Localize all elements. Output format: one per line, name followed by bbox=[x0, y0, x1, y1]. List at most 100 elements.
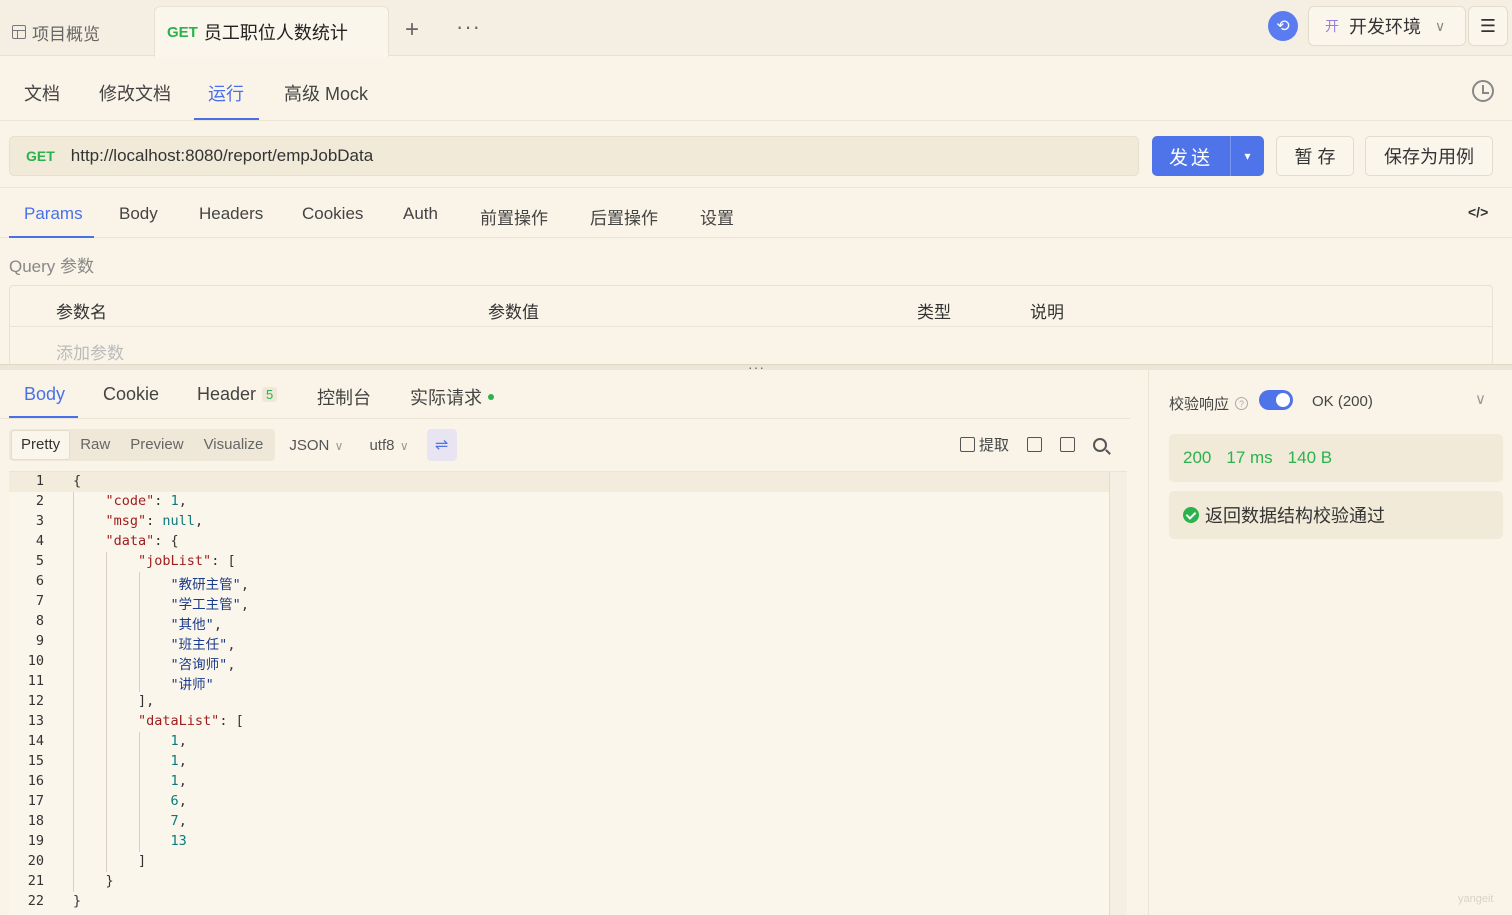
validation-result-text: 返回数据结构校验通过 bbox=[1205, 506, 1385, 526]
tab-body[interactable]: Body bbox=[119, 204, 158, 224]
help-icon[interactable]: ? bbox=[1235, 397, 1249, 410]
code-line: "其他", bbox=[170, 617, 222, 633]
extract-button[interactable]: 提取 bbox=[960, 434, 1009, 455]
response-metrics: 200 17 ms 140 B bbox=[1169, 434, 1503, 482]
menu-icon[interactable]: ☰ bbox=[1468, 6, 1508, 46]
col-param-name: 参数名 bbox=[56, 303, 107, 322]
add-tab-button[interactable]: + bbox=[405, 16, 419, 44]
line-number: 6 bbox=[35, 573, 44, 589]
send-options-chevron-icon[interactable]: ▾ bbox=[1230, 136, 1264, 176]
copy-icon[interactable] bbox=[1060, 437, 1076, 452]
subnav-run[interactable]: 运行 bbox=[208, 80, 244, 106]
line-number: 4 bbox=[35, 533, 44, 549]
save-as-case-button[interactable]: 保存为用例 bbox=[1365, 136, 1493, 176]
editor-scrollbar[interactable] bbox=[1109, 472, 1127, 915]
subnav-advanced-mock[interactable]: 高级 Mock bbox=[284, 80, 368, 106]
resp-tab-header[interactable]: Header 5 bbox=[197, 384, 278, 405]
tab-active-api[interactable]: GET 员工职位人数统计 bbox=[154, 6, 389, 57]
environment-select[interactable]: 开 开发环境 ∨ bbox=[1308, 6, 1466, 46]
tab-auth[interactable]: Auth bbox=[403, 204, 438, 224]
tab-pre-actions[interactable]: 前置操作 bbox=[480, 204, 548, 229]
watermark: yangeit bbox=[1458, 893, 1494, 905]
code-line: 13 bbox=[170, 833, 187, 849]
download-icon[interactable] bbox=[1027, 437, 1043, 452]
check-circle-icon bbox=[1183, 507, 1199, 523]
tab-cookies[interactable]: Cookies bbox=[302, 204, 363, 224]
language-value: JSON bbox=[289, 436, 330, 454]
layout-icon bbox=[12, 25, 26, 39]
word-wrap-icon[interactable]: ⇌ bbox=[426, 429, 457, 461]
encoding-value: utf8 bbox=[369, 436, 395, 454]
sync-icon[interactable]: ⟲ bbox=[1268, 11, 1298, 41]
mode-visualize[interactable]: Visualize bbox=[194, 431, 274, 459]
mode-raw[interactable]: Raw bbox=[70, 431, 120, 459]
subnav-docs[interactable]: 文档 bbox=[24, 80, 60, 106]
tab-headers[interactable]: Headers bbox=[199, 204, 263, 224]
request-method[interactable]: GET bbox=[26, 148, 55, 164]
request-url-input[interactable]: http://localhost:8080/report/empJobData bbox=[71, 146, 373, 166]
mode-pretty[interactable]: Pretty bbox=[11, 430, 71, 460]
query-params-table: 参数名 参数值 类型 说明 添加参数 bbox=[9, 285, 1493, 365]
tab-settings[interactable]: 设置 bbox=[700, 204, 734, 229]
search-icon[interactable] bbox=[1093, 437, 1108, 452]
line-number: 21 bbox=[27, 873, 44, 889]
resp-tab-actual-label: 实际请求 bbox=[410, 388, 482, 408]
line-number: 15 bbox=[27, 753, 44, 769]
response-time: 17 ms bbox=[1226, 448, 1273, 467]
url-bar[interactable]: GET http://localhost:8080/report/empJobD… bbox=[9, 136, 1139, 176]
line-number: 12 bbox=[27, 693, 44, 709]
resp-tab-cookie[interactable]: Cookie bbox=[103, 384, 159, 405]
more-tabs-icon[interactable]: ··· bbox=[456, 14, 481, 40]
resp-tab-body[interactable]: Body bbox=[24, 384, 65, 405]
code-line: ], bbox=[73, 693, 155, 709]
doc-subnav: 文档 修改文档 运行 高级 Mock bbox=[0, 56, 1512, 121]
reqtab-active-indicator bbox=[9, 236, 94, 238]
line-number: 16 bbox=[27, 773, 44, 789]
resp-tab-body-label: Body bbox=[24, 384, 66, 404]
response-code-editor[interactable]: 1 {2 "code": 1, 3 "msg": null, 4 "data": {5… bbox=[9, 471, 1127, 915]
code-line: "学工主管", bbox=[170, 597, 249, 613]
line-number: 5 bbox=[35, 553, 44, 569]
response-size: 140 B bbox=[1287, 448, 1333, 467]
language-select[interactable]: JSON ∨ bbox=[289, 437, 343, 454]
tab-params[interactable]: Params bbox=[24, 204, 83, 224]
line-number: 7 bbox=[35, 593, 44, 609]
line-number: 2 bbox=[35, 493, 44, 509]
encoding-select[interactable]: utf8 ∨ bbox=[369, 437, 408, 454]
col-param-value: 参数值 bbox=[488, 303, 539, 322]
status-dot-icon bbox=[488, 394, 494, 400]
history-icon[interactable] bbox=[1472, 80, 1494, 102]
line-number: 9 bbox=[35, 633, 44, 649]
line-number: 20 bbox=[27, 853, 44, 869]
resp-tab-header-label: Header bbox=[197, 384, 257, 404]
col-param-desc: 说明 bbox=[1030, 303, 1064, 322]
expected-status-select[interactable]: OK (200) bbox=[1312, 393, 1373, 410]
col-param-type: 类型 bbox=[917, 303, 951, 322]
validate-toggle[interactable] bbox=[1259, 390, 1293, 410]
validation-result: 返回数据结构校验通过 bbox=[1169, 491, 1503, 539]
code-line: 7, bbox=[170, 813, 187, 829]
code-line: { bbox=[73, 473, 82, 489]
code-line: 1, bbox=[170, 773, 187, 789]
resp-tab-console[interactable]: 控制台 bbox=[317, 384, 371, 410]
validate-label: 校验响应 bbox=[1169, 396, 1230, 413]
subnav-edit-docs[interactable]: 修改文档 bbox=[99, 80, 171, 106]
line-number: 18 bbox=[27, 813, 44, 829]
mode-preview[interactable]: Preview bbox=[120, 431, 193, 459]
query-params-title: Query 参数 bbox=[9, 257, 95, 276]
code-line: 1, bbox=[170, 753, 187, 769]
chevron-down-icon[interactable]: ∨ bbox=[1475, 390, 1486, 408]
tab-post-actions[interactable]: 后置操作 bbox=[590, 204, 658, 229]
line-number: 8 bbox=[35, 613, 44, 629]
tab-project-overview[interactable]: 项目概览 bbox=[12, 18, 100, 46]
code-line: "教研主管", bbox=[170, 577, 249, 593]
send-button[interactable]: 发送 bbox=[1152, 136, 1230, 176]
response-tabs: Body Cookie Header 5 控制台 实际请求 bbox=[0, 370, 1130, 419]
code-line: } bbox=[73, 873, 114, 889]
code-line: "讲师" bbox=[170, 677, 214, 693]
add-param-input[interactable]: 添加参数 bbox=[56, 339, 124, 364]
code-line: "code": 1, bbox=[105, 493, 187, 509]
resp-tab-actual-request[interactable]: 实际请求 bbox=[410, 384, 494, 410]
save-temp-button[interactable]: 暂 存 bbox=[1276, 136, 1354, 176]
code-icon[interactable]: </> bbox=[1468, 204, 1488, 220]
